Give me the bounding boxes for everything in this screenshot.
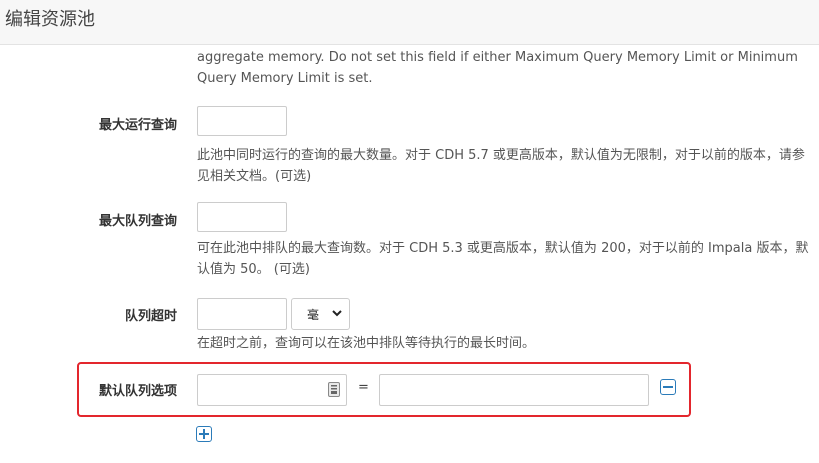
minus-square-icon[interactable] <box>660 379 676 395</box>
max-queued-queries-label: 最大队列查询 <box>98 214 177 229</box>
default-query-options-label: 默认队列选项 <box>98 384 177 399</box>
max-running-queries-input[interactable] <box>197 106 287 136</box>
equals-sign: = <box>358 380 369 395</box>
queue-timeout-unit-select[interactable]: 毫 <box>291 298 350 330</box>
keyboard-icon <box>328 382 340 397</box>
query-option-value-input[interactable] <box>379 374 649 406</box>
memory-limit-help: aggregate memory. Do not set this field … <box>197 50 798 86</box>
max-running-queries-help: 此池中同时运行的查询的最大数量。对于 CDH 5.7 或更高版本，默认值为无限制… <box>197 148 805 184</box>
queue-timeout-input[interactable] <box>197 298 287 330</box>
chevron-down-icon <box>332 310 342 317</box>
max-running-queries-label: 最大运行查询 <box>98 118 177 133</box>
plus-square-icon[interactable] <box>196 426 212 442</box>
max-queued-queries-input[interactable] <box>197 202 287 232</box>
dialog-header: 编辑资源池 <box>0 0 819 45</box>
queue-timeout-label: 队列超时 <box>124 309 177 324</box>
dialog-title: 编辑资源池 <box>5 9 95 30</box>
queue-timeout-help: 在超时之前，查询可以在该池中排队等待执行的最长时间。 <box>197 336 536 351</box>
max-queued-queries-help: 可在此池中排队的最大查询数。对于 CDH 5.3 或更高版本，默认值为 200，… <box>197 241 809 277</box>
query-option-key-input[interactable] <box>197 374 347 406</box>
queue-timeout-unit-value: 毫 <box>307 308 320 322</box>
